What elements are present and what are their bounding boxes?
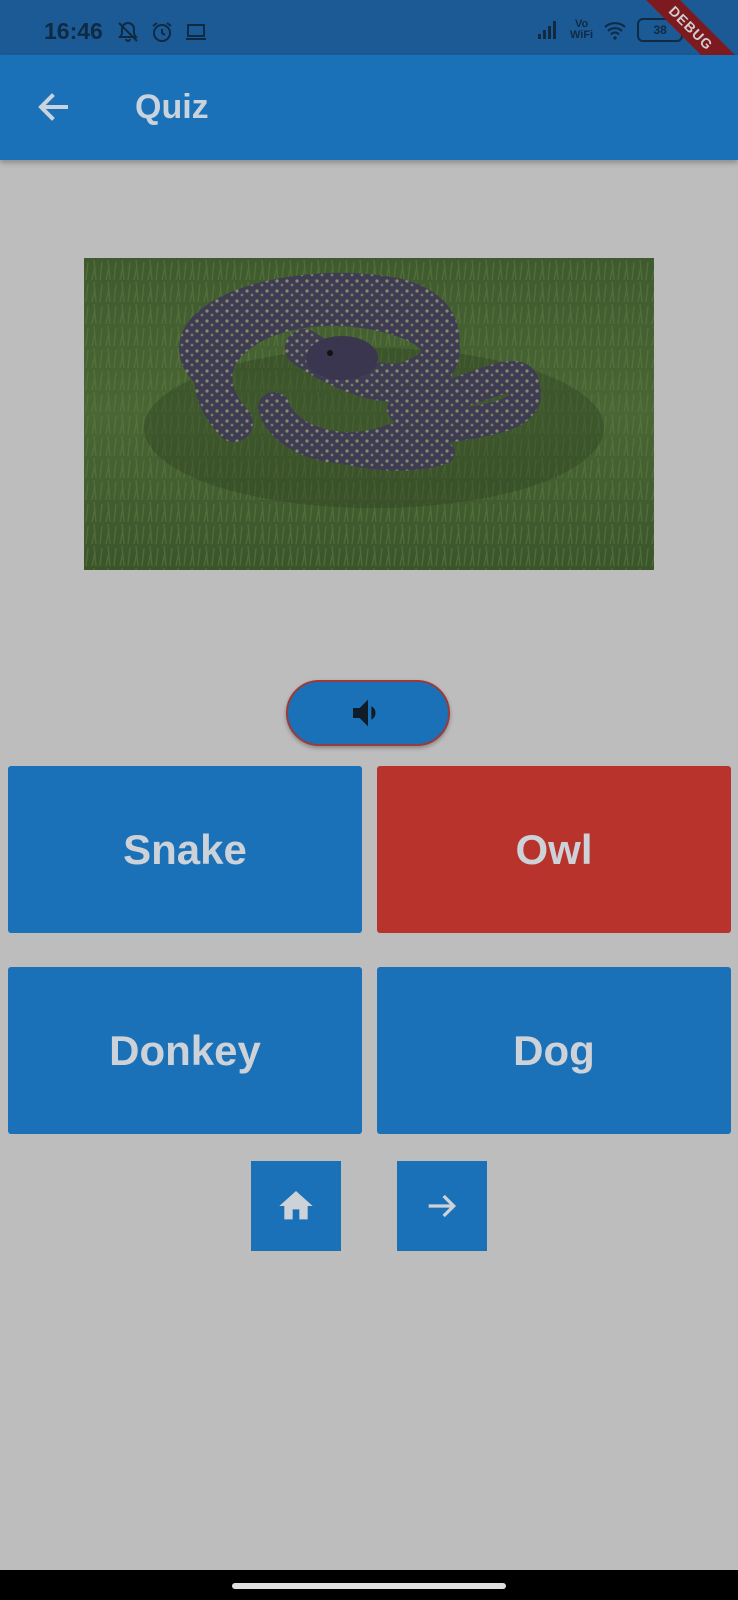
alarm-icon (152, 22, 172, 42)
play-sound-button[interactable] (286, 680, 450, 746)
answer-option-dog[interactable]: Dog (377, 967, 731, 1134)
vowifi-indicator: Vo WiFi (570, 18, 594, 41)
laptop-icon (186, 24, 206, 40)
status-time: 16:46 (44, 18, 103, 44)
answer-option-owl[interactable]: Owl (377, 766, 731, 933)
signal-icon (538, 21, 556, 39)
arrow-back-icon[interactable] (30, 83, 78, 131)
home-indicator[interactable] (232, 1583, 506, 1589)
home-button[interactable] (251, 1161, 341, 1251)
notifications-off-icon (118, 21, 138, 42)
page-title: Quiz (135, 88, 209, 126)
status-bar: 16:46 Vo WiFi 38 DEBUG (0, 0, 738, 97)
arrow-forward-icon (428, 1194, 457, 1218)
next-question-button[interactable] (397, 1161, 487, 1251)
quiz-image (84, 258, 654, 570)
home-icon (279, 1191, 313, 1220)
status-icons-left (116, 20, 208, 44)
snake-image (84, 258, 654, 570)
answer-option-snake[interactable]: Snake (8, 766, 362, 933)
app-bar: Quiz (0, 55, 738, 160)
volume-icon (353, 699, 376, 727)
answer-option-donkey[interactable]: Donkey (8, 967, 362, 1134)
status-icons-right: Vo WiFi 38 (536, 18, 684, 42)
wifi-icon (604, 22, 626, 40)
